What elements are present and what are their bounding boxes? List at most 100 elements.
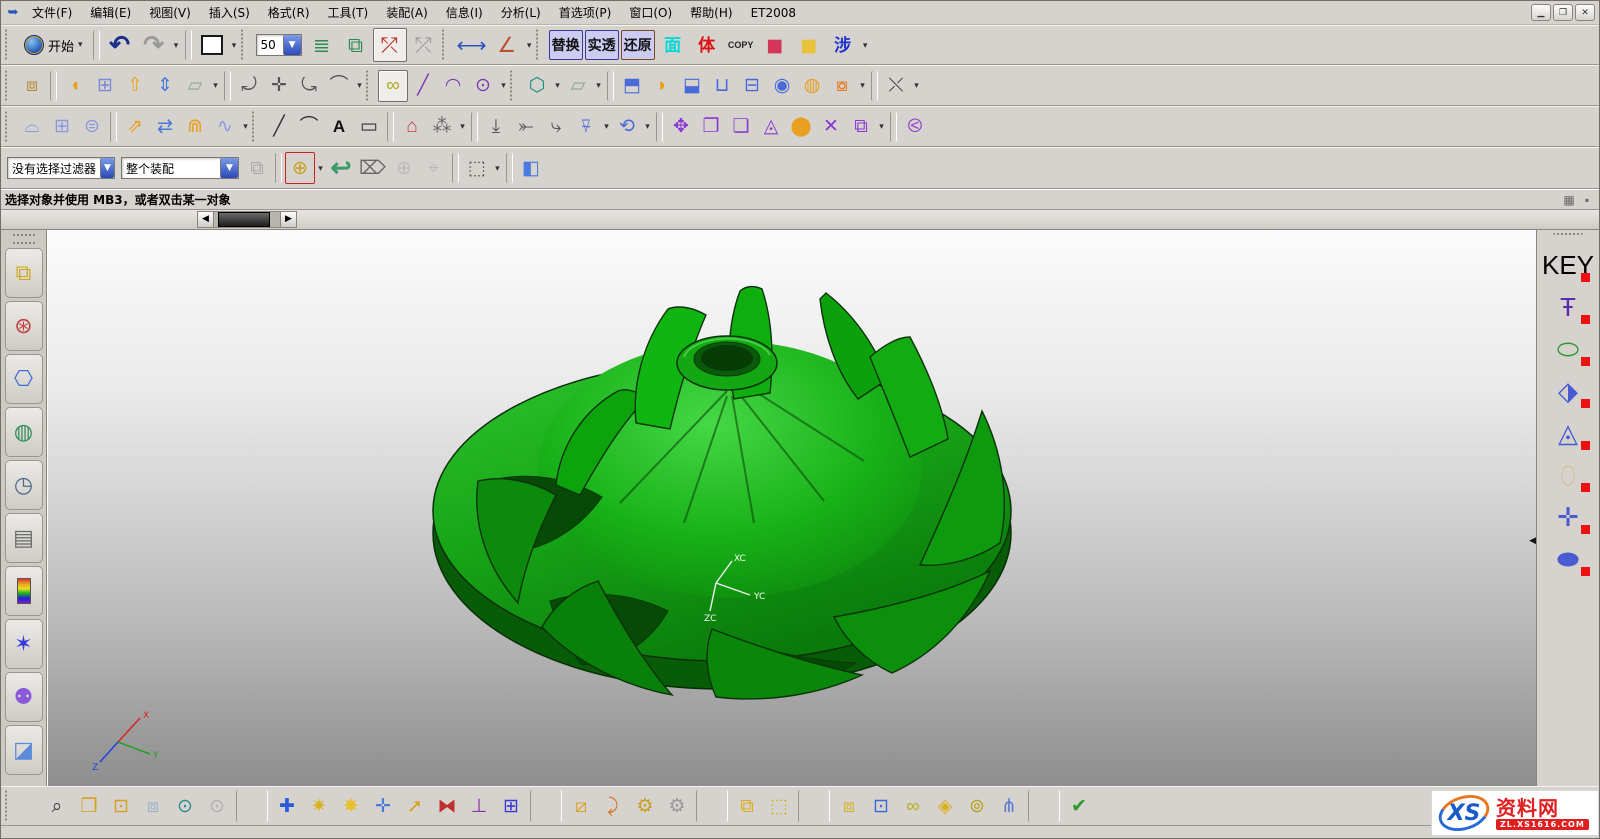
wcs-dynamics-button[interactable]: ⤱ [373,28,407,62]
pattern-object-button[interactable]: ◬ [756,111,786,143]
line-curve-button[interactable]: ╱ [264,111,294,143]
work-layer-combo[interactable]: 50 ▼ [256,34,302,56]
menu-analysis[interactable]: 分析(L) [492,1,550,24]
measure-angle-button[interactable]: ∠ [490,28,524,62]
materials-button[interactable] [5,566,43,616]
add-component-button[interactable]: ✚ [271,790,303,822]
palette-button[interactable]: ▤ [5,513,43,563]
new-component-button[interactable]: ✷ [303,790,335,822]
menu-edit[interactable]: 编辑(E) [81,1,140,24]
interference-button[interactable]: ⤬ [881,70,911,102]
part-bracket-button[interactable]: ⬗ [1542,371,1594,411]
pad-button[interactable]: ⊟ [737,70,767,102]
history-button[interactable]: ◷ [5,460,43,510]
remember-constraint-button[interactable]: ⊞ [495,790,527,822]
bridge-surface-button[interactable]: ⋒ [180,111,210,143]
line-button[interactable]: ╱ [408,70,438,102]
wcs-orient-button[interactable]: ⤱ [407,28,441,62]
move-to-layer-button[interactable]: ⧉ [339,28,373,62]
project-curve-button[interactable]: ⤓ [481,111,511,143]
cavity-button[interactable]: ⊔ [707,70,737,102]
delete-object-button[interactable]: ✕ [816,111,846,143]
copy-special-button[interactable]: ⧉ [846,111,876,143]
undo-point-button[interactable]: ⊕ [389,152,419,184]
show-face-button[interactable]: 面 [656,28,690,62]
erase-button[interactable]: ⌦ [356,152,389,184]
circle-dropdown[interactable]: ▾ [498,70,509,102]
arrangements-button[interactable]: ⧉ [731,790,763,822]
redo-dropdown[interactable]: ▾ [171,28,182,62]
component-snapshot-button[interactable]: ⊙ [169,790,201,822]
boolean-dropdown[interactable]: ▾ [552,70,563,102]
show-component-button[interactable]: ⊡ [105,790,137,822]
extrude-button[interactable]: ⬒ [617,70,647,102]
scroll-thumb[interactable] [218,212,270,227]
show-body-button[interactable]: 体 [690,28,724,62]
plane-dropdown[interactable]: ▾ [593,70,604,102]
measure-distance-button[interactable]: ⟷ [454,28,490,62]
interference-dropdown[interactable]: ▾ [911,70,922,102]
wrap-curve-button[interactable]: ⤷ [541,111,571,143]
quick-trim-button[interactable]: ⤾ [234,70,264,102]
rectangle-button[interactable]: ▭ [354,111,384,143]
quick-extend-button[interactable]: ✛ [264,70,294,102]
cue-grid-button[interactable]: ▦ [1560,191,1578,209]
scroll-left-button[interactable]: ◀ [197,211,214,228]
selection-scope-combo[interactable]: 整个装配 ▼ [121,157,239,179]
ruled-button[interactable]: ⌓ [17,111,47,143]
link-info-button[interactable]: ⊚ [961,790,993,822]
add-instance-button[interactable]: ✛ [367,790,399,822]
through-curves-button[interactable]: ⊞ [47,111,77,143]
arc-3pt-button[interactable]: ◠ [438,70,468,102]
curve-trim-button[interactable]: ⤿ [294,70,324,102]
update-structure-button[interactable]: ✔ [1063,790,1095,822]
boss-button[interactable]: ◍ [797,70,827,102]
extension-button[interactable]: ∿ [210,111,240,143]
stretch-surface-button[interactable]: ⇕ [150,70,180,102]
menu-file[interactable]: 文件(F) [23,1,81,24]
instance-button[interactable]: ⧇ [827,70,857,102]
instance-dropdown[interactable]: ▾ [857,70,868,102]
open-component-button[interactable]: ❒ [73,790,105,822]
marquee-button[interactable]: ⬚ [462,152,492,184]
window-cube-button[interactable]: ⊡ [865,790,897,822]
combine-projection-button[interactable]: ⤜ [511,111,541,143]
find-tree-button[interactable]: ⌖ [419,152,449,184]
move-component-button[interactable]: ➚ [399,790,431,822]
menu-insert[interactable]: 插入(S) [200,1,259,24]
menu-preferences[interactable]: 首选项(P) [550,1,621,24]
point-dropdown[interactable]: ▾ [457,111,468,143]
shaded-cube-button[interactable]: ◧ [516,152,546,184]
curve-fillet-button[interactable]: ⌒ [324,70,354,102]
impeller-model[interactable]: XC YC ZC [422,271,1012,703]
text-button[interactable]: A [324,111,354,143]
measure-dropdown[interactable]: ▾ [524,28,535,62]
explode-button[interactable]: ⧄ [565,790,597,822]
point-set-button[interactable]: ⁂ [427,111,457,143]
wave-link-button[interactable]: ◈ [929,790,961,822]
copy-display-button[interactable]: COPY [724,28,758,62]
replace-view-button[interactable]: 替换 [549,30,583,60]
palette-collapse-arrow[interactable]: ◀ [1529,535,1536,546]
sequence-button[interactable]: ⬚ [763,790,795,822]
layer-settings-button[interactable]: ≣ [305,28,339,62]
display-color-button[interactable] [195,28,229,62]
arc-curve-button[interactable]: ⌒ [294,111,324,143]
move-object-button[interactable]: ✥ [666,111,696,143]
unexplode-button[interactable]: ⤸ [597,790,629,822]
she-dropdown[interactable]: ▾ [860,28,871,62]
hole-button[interactable]: ◉ [767,70,797,102]
edit-in-window-button[interactable]: ⚙ [661,790,693,822]
snapshot-disabled-button[interactable]: ⊙ [201,790,233,822]
translucency-button[interactable]: 实透 [585,30,619,60]
block-button[interactable]: ⬓ [677,70,707,102]
roles-button[interactable]: ⚉ [5,672,43,722]
part-key-button[interactable]: KEY [1542,245,1594,285]
datum-plane-dropdown[interactable]: ▾ [210,70,221,102]
menu-window[interactable]: 窗口(O) [620,1,681,24]
scroll-track[interactable] [214,211,280,228]
constraint-button[interactable]: ⊥ [463,790,495,822]
redo-button[interactable]: ↷ [137,28,171,62]
plane-button[interactable]: ▱ [563,70,593,102]
copy-object-button[interactable]: ❐ [696,111,726,143]
